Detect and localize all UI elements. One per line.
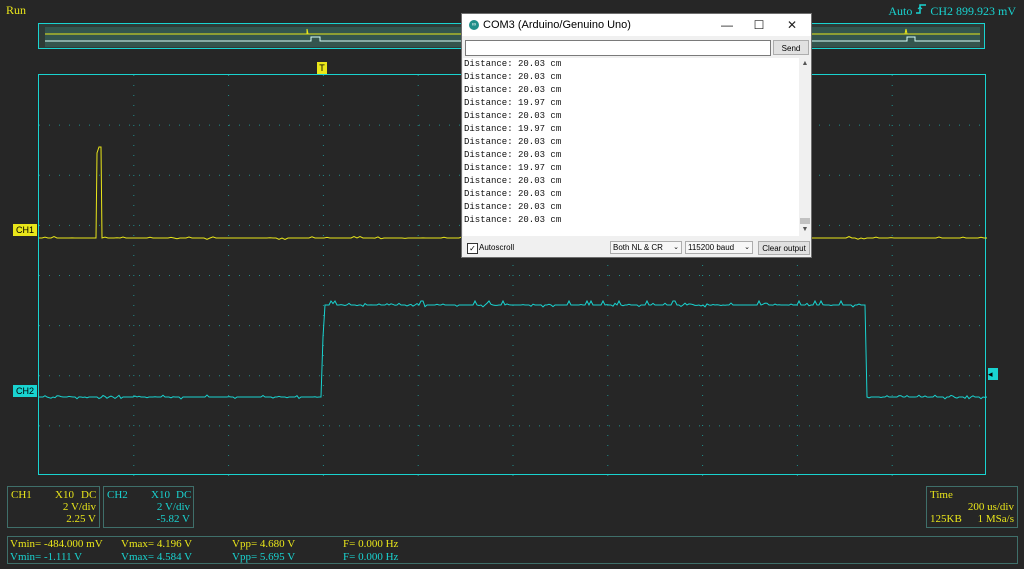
ch1-coupling: DC: [81, 489, 96, 501]
serial-line: Distance: 20.03 cm: [463, 175, 799, 188]
scroll-up-icon[interactable]: ▲: [799, 58, 811, 70]
memory-depth: 125KB: [930, 513, 962, 525]
ch1-level-marker[interactable]: CH1: [13, 224, 37, 236]
ch2-name: CH2: [107, 489, 128, 501]
ch1-probe: X10: [55, 489, 74, 501]
chevron-down-icon: ⌄: [744, 242, 750, 254]
ch1-scale: 2 V/div: [11, 501, 96, 513]
serial-bottom-bar: ✓ Autoscroll Both NL & CR ⌄ 115200 baud …: [462, 238, 811, 258]
rising-edge-icon: [915, 4, 930, 18]
ch2-coupling: DC: [176, 489, 191, 501]
baud-rate-value: 115200 baud: [688, 243, 734, 252]
serial-line: Distance: 20.03 cm: [463, 58, 799, 71]
serial-send-input[interactable]: [465, 40, 771, 56]
ch2-vmin: Vmin= -1.111 V: [10, 551, 82, 563]
serial-line: Distance: 20.03 cm: [463, 71, 799, 84]
serial-line: Distance: 20.03 cm: [463, 110, 799, 123]
ch1-frequency: F= 0.000 Hz: [343, 538, 398, 550]
arduino-icon: ∞: [469, 20, 479, 30]
ch2-vmax: Vmax= 4.584 V: [121, 551, 192, 563]
ch1-vmin: Vmin= -484.000 mV: [10, 538, 103, 550]
serial-line: Distance: 20.03 cm: [463, 84, 799, 97]
autoscroll-label: Autoscroll: [479, 243, 514, 252]
run-status[interactable]: Run: [6, 3, 26, 18]
measurements-panel: Vmin= -484.000 mV Vmax= 4.196 V Vpp= 4.6…: [7, 536, 1018, 564]
ch2-vpp: Vpp= 5.695 V: [232, 551, 295, 563]
serial-output[interactable]: Distance: 20.03 cm Distance: 20.03 cm Dist…: [463, 58, 799, 236]
sample-rate: 1 MSa/s: [978, 513, 1014, 525]
timebase-scale: 200 us/div: [930, 501, 1014, 513]
send-button[interactable]: Send: [773, 40, 809, 55]
scroll-down-icon[interactable]: ▼: [799, 224, 811, 236]
baud-rate-select[interactable]: 115200 baud ⌄: [685, 241, 753, 254]
serial-line: Distance: 20.03 cm: [463, 201, 799, 214]
ch1-info-panel[interactable]: CH1 X10 DC 2 V/div 2.25 V: [7, 486, 100, 528]
clear-output-button[interactable]: Clear output: [758, 241, 810, 255]
ch2-probe: X10: [151, 489, 170, 501]
ch1-name: CH1: [11, 489, 32, 501]
timebase-label: Time: [930, 489, 1014, 501]
serial-line: Distance: 19.97 cm: [463, 97, 799, 110]
trigger-mode[interactable]: Auto: [888, 4, 912, 18]
serial-window-title: COM3 (Arduino/Genuino Uno): [483, 19, 631, 31]
serial-line: Distance: 20.03 cm: [463, 136, 799, 149]
chevron-down-icon: ⌄: [673, 242, 679, 254]
timebase-panel[interactable]: Time 200 us/div 125KB 1 MSa/s: [926, 486, 1018, 528]
close-button[interactable]: ✕: [780, 16, 804, 34]
ch2-frequency: F= 0.000 Hz: [343, 551, 398, 563]
ch1-vpp: Vpp= 4.680 V: [232, 538, 295, 550]
maximize-button[interactable]: ☐: [747, 16, 771, 34]
ch1-offset: 2.25 V: [11, 513, 96, 525]
ch2-info-panel[interactable]: CH2 X10 DC 2 V/div -5.82 V: [103, 486, 194, 528]
serial-title-bar[interactable]: ∞ COM3 (Arduino/Genuino Uno) — ☐ ✕: [462, 14, 811, 36]
trigger-info: Auto CH2 899.923 mV: [888, 3, 1016, 19]
ch2-scale: 2 V/div: [107, 501, 190, 513]
output-scrollbar[interactable]: ▲ ▼: [799, 58, 811, 236]
ch1-vmax: Vmax= 4.196 V: [121, 538, 192, 550]
trigger-level: CH2 899.923 mV: [930, 4, 1016, 18]
line-ending-select[interactable]: Both NL & CR ⌄: [610, 241, 682, 254]
serial-line: Distance: 20.03 cm: [463, 188, 799, 201]
minimize-button[interactable]: —: [715, 16, 739, 34]
serial-line: Distance: 19.97 cm: [463, 162, 799, 175]
serial-monitor-window[interactable]: ∞ COM3 (Arduino/Genuino Uno) — ☐ ✕ Send …: [461, 13, 812, 258]
trigger-level-marker[interactable]: ◂: [988, 368, 998, 380]
autoscroll-checkbox[interactable]: ✓: [467, 243, 478, 254]
line-ending-value: Both NL & CR: [613, 243, 663, 252]
trigger-position-marker[interactable]: T: [317, 62, 327, 74]
serial-line: Distance: 20.03 cm: [463, 149, 799, 162]
ch2-offset: -5.82 V: [107, 513, 190, 525]
serial-line: Distance: 19.97 cm: [463, 123, 799, 136]
ch2-level-marker[interactable]: CH2: [13, 385, 37, 397]
serial-line: Distance: 20.03 cm: [463, 214, 799, 227]
